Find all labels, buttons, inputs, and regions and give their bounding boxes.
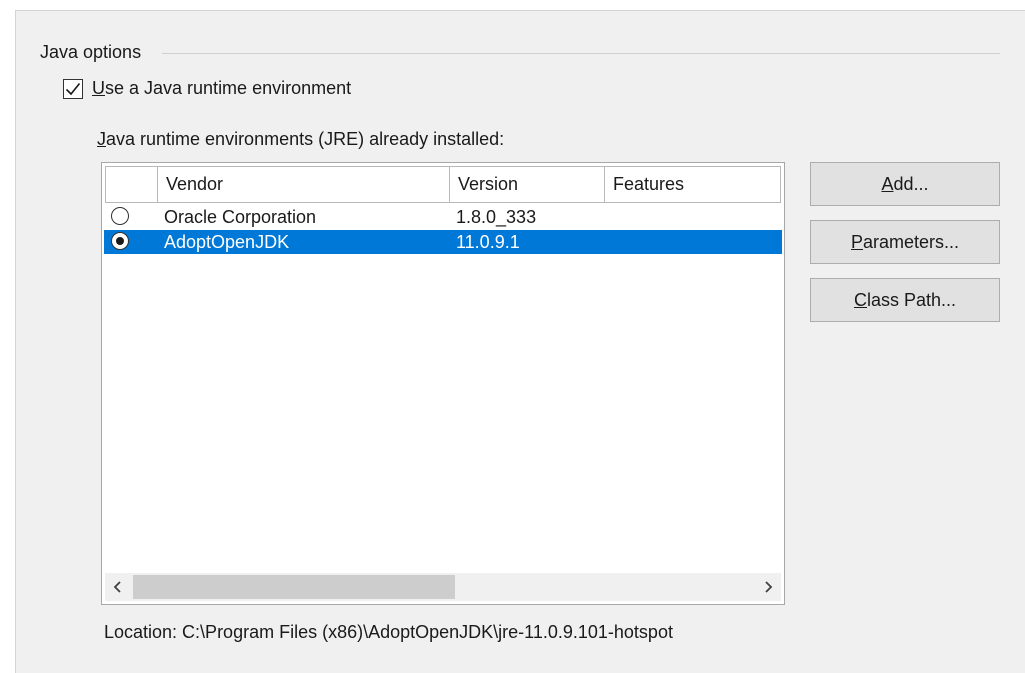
label-rest: se a Java runtime environment	[105, 78, 352, 98]
version-cell: 11.0.9.1	[456, 232, 520, 252]
scrollbar-thumb[interactable]	[133, 575, 455, 599]
parameters-button-label: arameters...	[862, 231, 960, 252]
row-radio-button-selected[interactable]	[111, 232, 129, 250]
table-row-selected[interactable]: AdoptOpenJDK 11.0.9.1	[104, 230, 782, 254]
column-header-version[interactable]: Version	[450, 167, 605, 202]
mnemonic-p: P	[850, 231, 863, 252]
jre-location-text: Location: C:\Program Files (x86)\AdoptOp…	[104, 622, 673, 642]
row-radio-button[interactable]	[111, 207, 129, 225]
vendor-cell: AdoptOpenJDK	[164, 232, 290, 252]
class-path-button[interactable]: Class Path...	[810, 278, 1000, 322]
jre-list-label-rest: ava runtime environments (JRE) already i…	[106, 129, 505, 149]
scroll-left-arrow-icon[interactable]	[105, 573, 131, 601]
mnemonic-j: J	[97, 129, 106, 149]
use-java-runtime-checkbox[interactable]: Use a Java runtime environment	[63, 78, 351, 99]
table-row[interactable]: Oracle Corporation 1.8.0_333	[104, 205, 782, 229]
jre-table[interactable]: Vendor Version Features Oracle Corporati…	[101, 162, 785, 605]
mnemonic-c: C	[853, 289, 867, 310]
mnemonic-a: A	[881, 173, 894, 194]
add-button-label: dd...	[893, 173, 929, 194]
parameters-button[interactable]: Parameters...	[810, 220, 1000, 264]
class-path-button-label: lass Path...	[866, 289, 957, 310]
add-button[interactable]: Add...	[810, 162, 1000, 206]
column-header-features[interactable]: Features	[605, 167, 781, 202]
version-cell: 1.8.0_333	[456, 207, 537, 227]
section-divider	[162, 53, 1000, 54]
use-java-runtime-label: Use a Java runtime environment	[92, 78, 351, 99]
column-header-select[interactable]	[106, 167, 158, 202]
mnemonic-u: U	[92, 78, 105, 98]
horizontal-scrollbar[interactable]	[105, 573, 781, 601]
checkbox-box[interactable]	[63, 78, 83, 99]
jre-list-label: Java runtime environments (JRE) already …	[97, 129, 504, 150]
section-title: Java options	[40, 42, 142, 62]
column-header-vendor[interactable]: Vendor	[158, 167, 450, 202]
checkmark-icon	[65, 82, 81, 95]
vendor-cell: Oracle Corporation	[164, 207, 317, 227]
table-header: Vendor Version Features	[105, 166, 781, 203]
radio-dot-icon	[116, 237, 124, 245]
scroll-right-arrow-icon[interactable]	[755, 573, 781, 601]
